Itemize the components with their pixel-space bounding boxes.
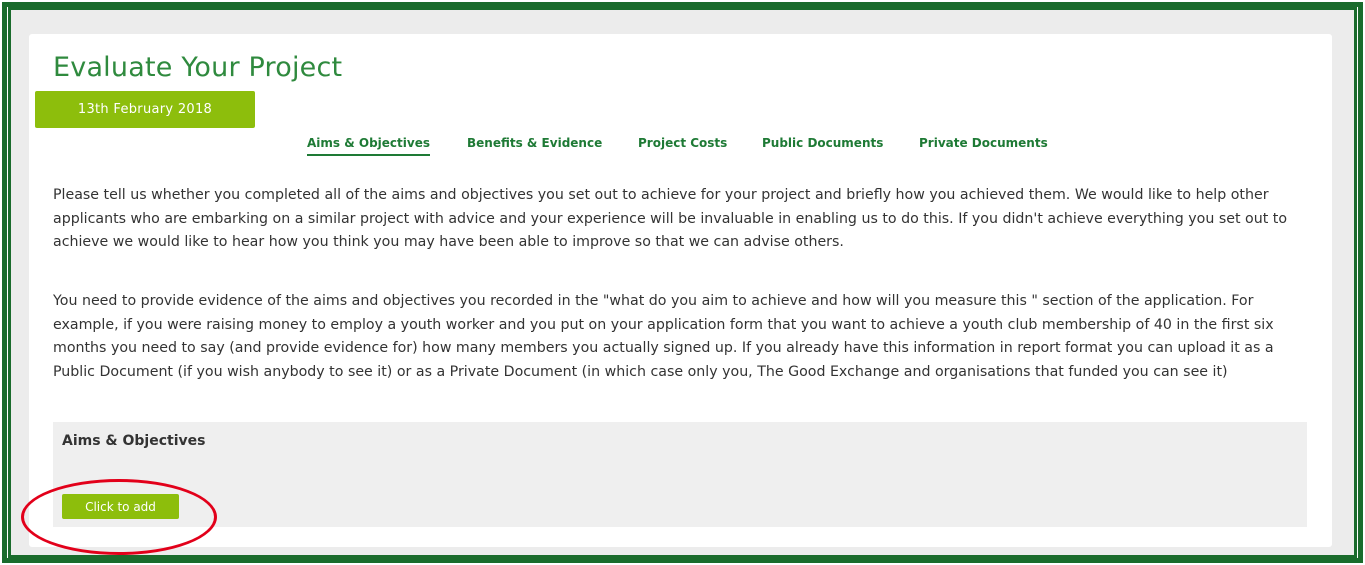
evidence-paragraph: You need to provide evidence of the aims… xyxy=(53,293,1274,380)
click-to-add-button[interactable]: Click to add xyxy=(62,494,179,519)
tab-benefits-evidence[interactable]: Benefits & Evidence xyxy=(467,136,602,154)
tab-aims-objectives[interactable]: Aims & Objectives xyxy=(307,136,430,156)
tab-project-costs[interactable]: Project Costs xyxy=(638,136,727,154)
aims-objectives-section: Aims & Objectives Click to add xyxy=(53,422,1307,527)
evaluate-panel: Evaluate Your Project 13th February 2018… xyxy=(29,34,1332,547)
instructions-paragraph: Please tell us whether you completed all… xyxy=(53,187,1288,250)
tab-private-documents[interactable]: Private Documents xyxy=(919,136,1048,154)
section-tabs: Aims & Objectives Benefits & Evidence Pr… xyxy=(29,136,1332,158)
page-title: Evaluate Your Project xyxy=(53,52,343,83)
aims-objectives-heading: Aims & Objectives xyxy=(62,433,206,449)
tab-public-documents[interactable]: Public Documents xyxy=(762,136,883,154)
date-badge: 13th February 2018 xyxy=(35,91,255,128)
